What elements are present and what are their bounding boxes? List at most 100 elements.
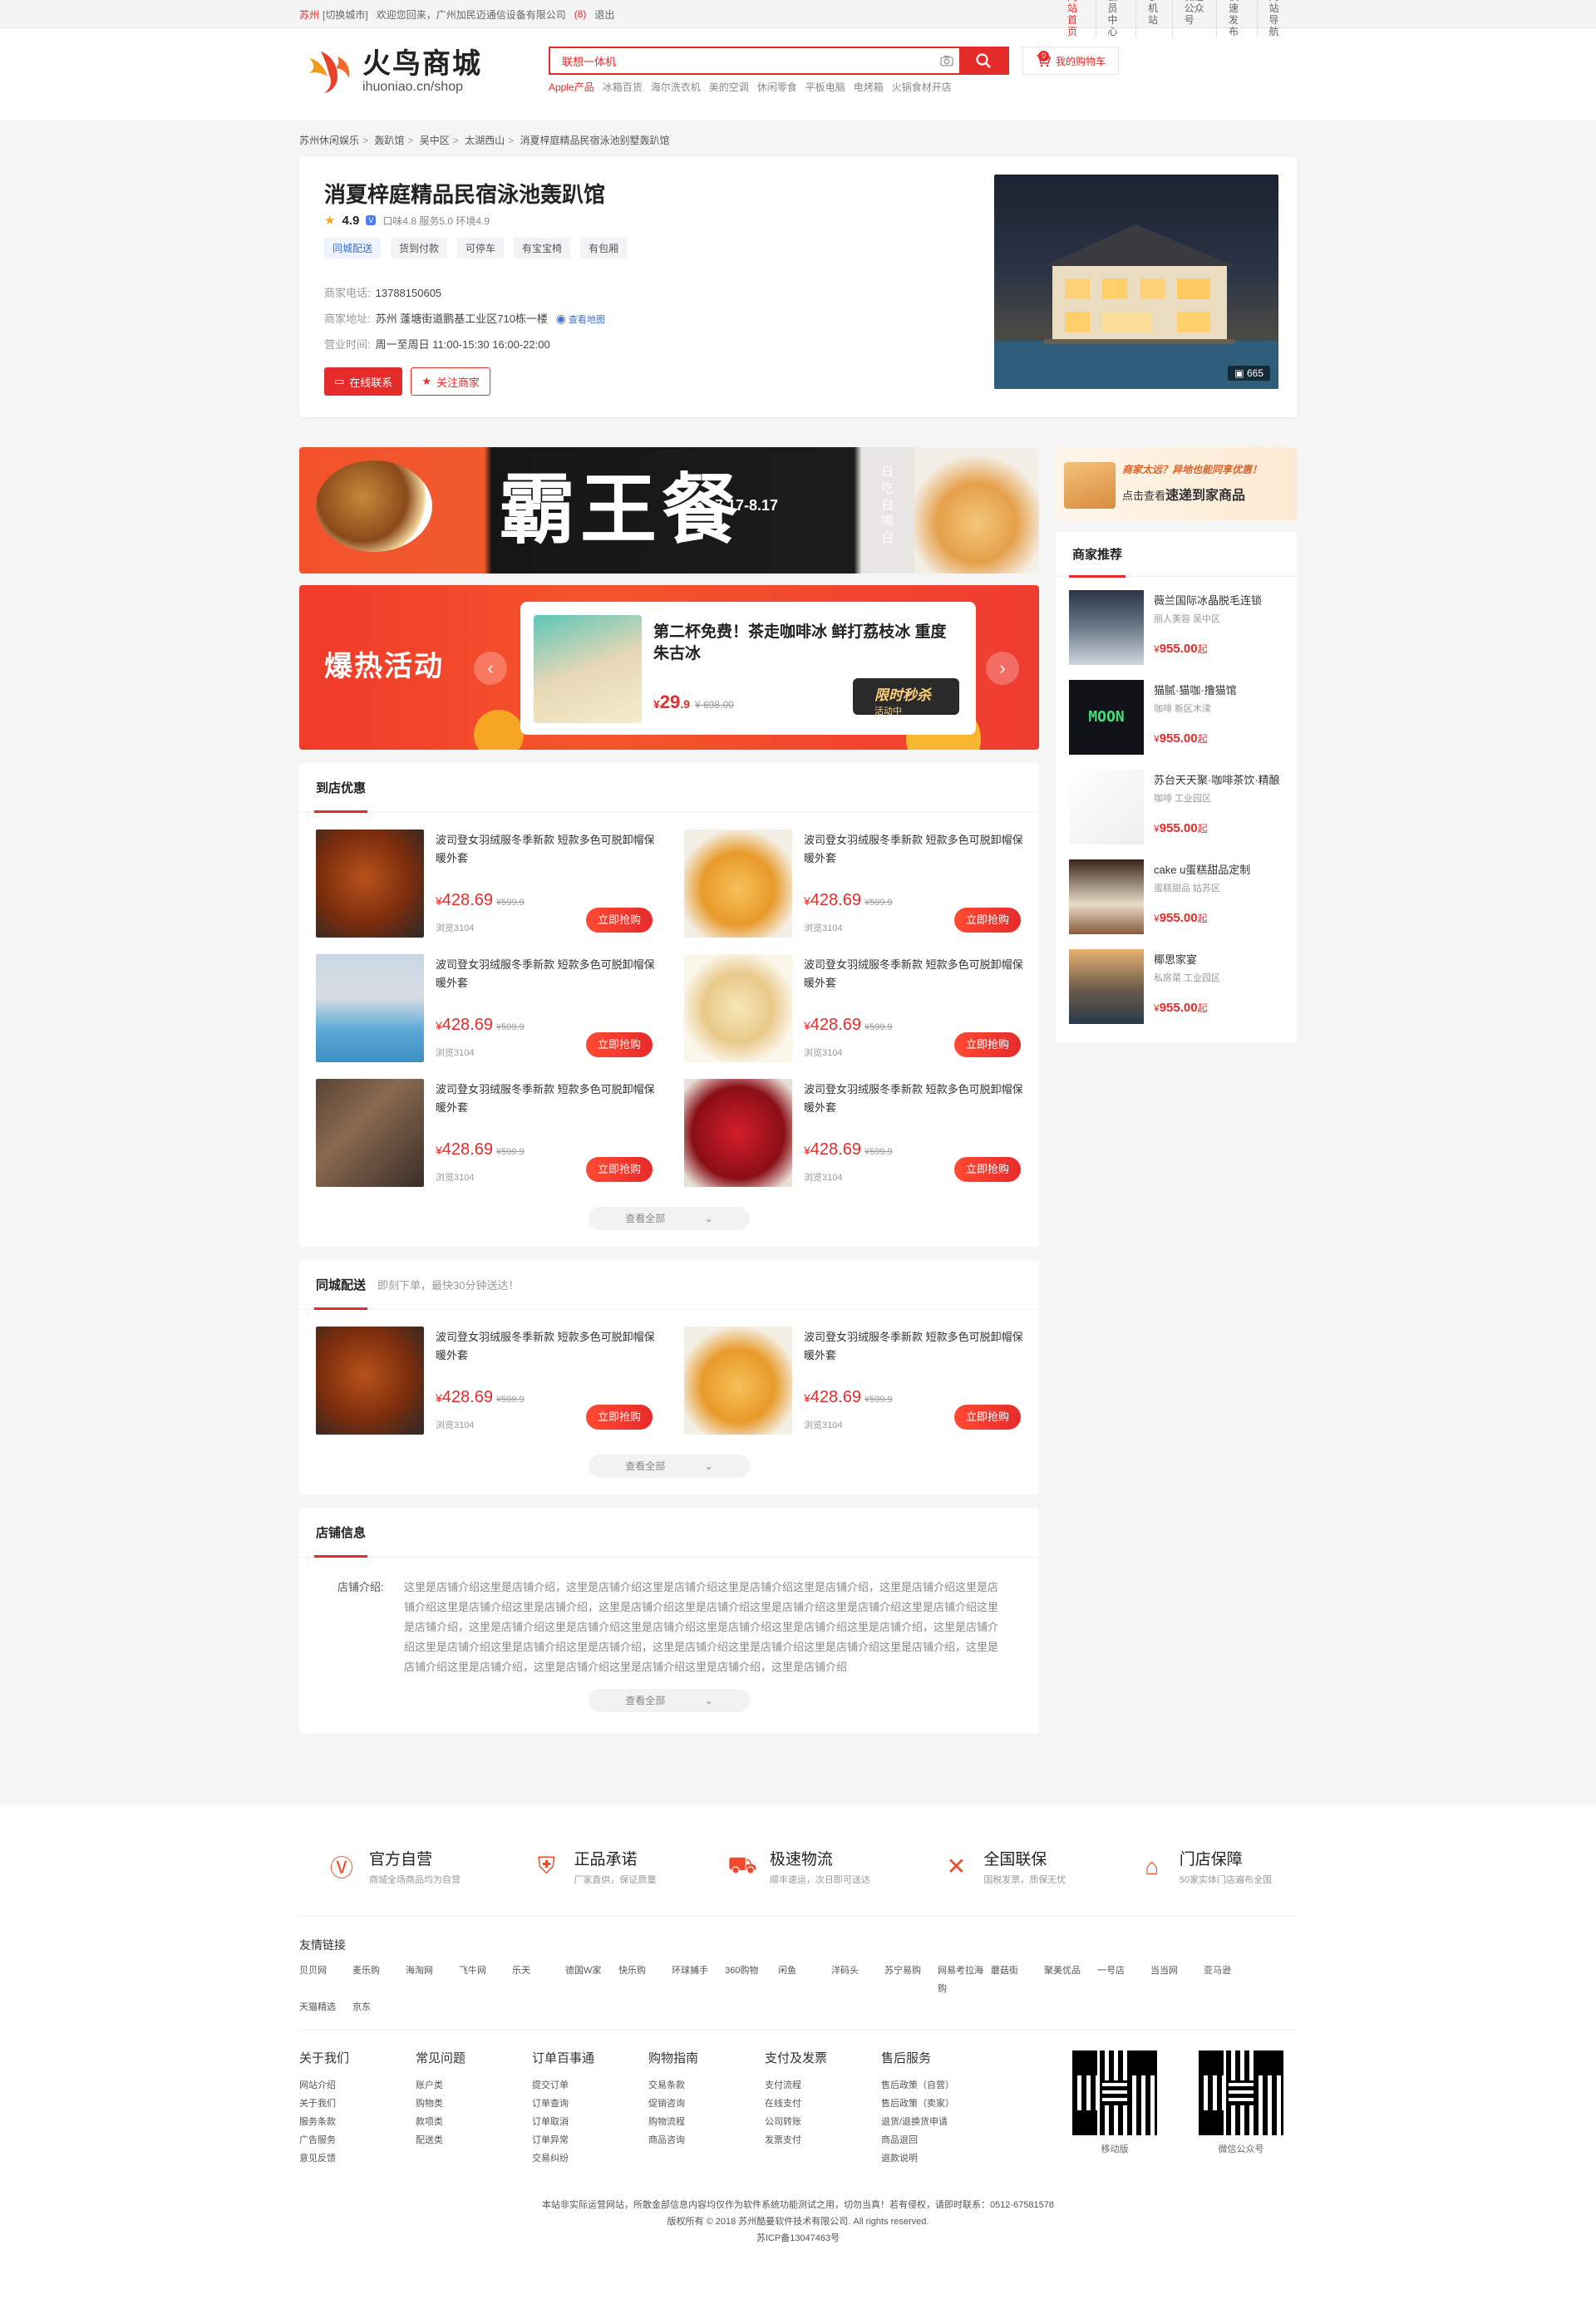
friend-link[interactable]: 德国W家 [565, 1962, 618, 1998]
cart-button[interactable]: 0 我的购物车 [1022, 47, 1119, 75]
product-name[interactable]: 波司登女羽绒服冬季新款 短款多色可脱卸帽保暖外套 [436, 831, 660, 868]
friend-link[interactable]: 乐天 [512, 1962, 565, 1998]
view-all-button[interactable]: 查看全部 ⌄ [589, 1689, 750, 1712]
camera-icon[interactable] [934, 48, 959, 73]
message-count[interactable]: (8) [574, 8, 587, 20]
product-image[interactable] [316, 1327, 424, 1435]
search-input[interactable] [550, 48, 934, 73]
friend-link[interactable]: 苏宁易购 [884, 1962, 938, 1998]
footer-link[interactable]: 关于我们 [299, 2095, 416, 2113]
product-name[interactable]: 波司登女羽绒服冬季新款 短款多色可脱卸帽保暖外套 [804, 831, 1028, 868]
breadcrumb-item[interactable]: 吴中区 [420, 135, 450, 146]
site-logo[interactable]: 火鸟商城 ihuoniao.cn/shop [304, 47, 482, 96]
hotword[interactable]: 美的空调 [709, 80, 749, 94]
friend-link[interactable]: 贝贝网 [299, 1962, 352, 1998]
product-image[interactable] [684, 954, 792, 1062]
product-item[interactable]: 波司登女羽绒服冬季新款 短款多色可脱卸帽保暖外套 ¥428.69 ¥599.9 浏览3… [684, 830, 1026, 938]
merchant-name[interactable]: 苏台天天聚·咖啡茶饮·精酿 [1154, 771, 1295, 787]
footer-link[interactable]: 购物流程 [648, 2113, 765, 2131]
friend-link[interactable]: 飞牛网 [459, 1962, 512, 1998]
recommend-item[interactable]: cake u蛋糕甜品定制 蛋糕甜品 姑苏区 ¥955.00起 [1069, 859, 1297, 936]
footer-link[interactable]: 售后政策（卖家） [881, 2095, 998, 2113]
contact-button[interactable]: ▭ 在线联系 [324, 367, 403, 396]
friend-link[interactable]: 蘑菇街 [991, 1962, 1044, 1998]
footer-link[interactable]: 账户类 [416, 2076, 532, 2095]
breadcrumb-item[interactable]: 太湖西山 [465, 135, 505, 146]
footer-link[interactable]: 款项类 [416, 2113, 532, 2131]
merchant-image[interactable] [1069, 949, 1144, 1024]
search-button[interactable] [959, 48, 1007, 73]
product-name[interactable]: 波司登女羽绒服冬季新款 短款多色可脱卸帽保暖外套 [804, 1081, 1028, 1117]
product-item[interactable]: 波司登女羽绒服冬季新款 短款多色可脱卸帽保暖外套 ¥428.69 ¥599.9 浏览3… [316, 830, 658, 938]
buy-now-button[interactable]: 立即抢购 [953, 1157, 1021, 1182]
recommend-item[interactable]: 椰思家宴 私房菜 工业园区 ¥955.00起 [1069, 949, 1297, 1026]
buy-now-button[interactable]: 立即抢购 [585, 1405, 653, 1430]
recommend-item[interactable]: MOON 猫腻·猫咖·撸猫馆 咖啡 新区木渎 ¥955.00起 [1069, 680, 1297, 756]
buy-now-button[interactable]: 立即抢购 [953, 1405, 1021, 1430]
product-name[interactable]: 波司登女羽绒服冬季新款 短款多色可脱卸帽保暖外套 [436, 1328, 660, 1365]
footer-link[interactable]: 商品咨询 [648, 2131, 765, 2149]
friend-link[interactable]: 闲鱼 [778, 1962, 831, 1998]
product-name[interactable]: 波司登女羽绒服冬季新款 短款多色可脱卸帽保暖外套 [436, 1081, 660, 1117]
switch-city-link[interactable]: [切换城市] [323, 7, 368, 22]
hotword[interactable]: 休闲零食 [757, 80, 797, 94]
footer-link[interactable]: 网站介绍 [299, 2076, 416, 2095]
breadcrumb-item[interactable]: 苏州休闲娱乐 [299, 135, 359, 146]
breadcrumb-item[interactable]: 轰趴馆 [374, 135, 404, 146]
follow-button[interactable]: ★ 关注商家 [411, 367, 490, 396]
merchant-name[interactable]: 猫腻·猫咖·撸猫馆 [1154, 682, 1295, 697]
footer-link[interactable]: 促销咨询 [648, 2095, 765, 2113]
deal-card[interactable]: 第二杯免费！茶走咖啡冰 鲜打荔枝冰 重度朱古冰 ¥29.9 ¥ 698.00 限时… [520, 602, 976, 735]
footer-link[interactable]: 商品退回 [881, 2131, 998, 2149]
footer-link[interactable]: 服务条款 [299, 2113, 416, 2131]
friend-link[interactable]: 一号店 [1097, 1962, 1150, 1998]
footer-link[interactable]: 广告服务 [299, 2131, 416, 2149]
friend-link[interactable]: 海淘网 [406, 1962, 459, 1998]
buy-now-button[interactable]: 立即抢购 [585, 1032, 653, 1057]
hotword[interactable]: 海尔洗衣机 [651, 80, 701, 94]
friend-link[interactable]: 网易考拉海购 [938, 1962, 991, 1998]
friend-link[interactable]: 京东 [352, 1998, 406, 2016]
product-image[interactable] [684, 1079, 792, 1187]
hotword[interactable]: 电烤箱 [854, 80, 884, 94]
buy-now-button[interactable]: 立即抢购 [585, 1157, 653, 1182]
buy-now-button[interactable]: 立即抢购 [953, 1032, 1021, 1057]
promo-banner-free-meal[interactable]: 霸王餐 7.17-8.17 白吃 白喝 白 [299, 447, 1039, 574]
merchant-name[interactable]: 椰思家宴 [1154, 951, 1295, 967]
merchant-name[interactable]: cake u蛋糕甜品定制 [1154, 861, 1295, 877]
product-item[interactable]: 波司登女羽绒服冬季新款 短款多色可脱卸帽保暖外套 ¥428.69 ¥599.9 浏览3… [684, 954, 1026, 1062]
buy-now-button[interactable]: 立即抢购 [953, 908, 1021, 933]
footer-link[interactable]: 意见反馈 [299, 2149, 416, 2168]
footer-link[interactable]: 在线支付 [765, 2095, 881, 2113]
shop-photo[interactable]: ▣ 665 [994, 175, 1278, 389]
product-item[interactable]: 波司登女羽绒服冬季新款 短款多色可脱卸帽保暖外套 ¥428.69 ¥599.9 浏览3… [316, 1079, 658, 1187]
carousel-prev-button[interactable]: ‹ [474, 652, 507, 685]
product-image[interactable] [316, 954, 424, 1062]
product-name[interactable]: 波司登女羽绒服冬季新款 短款多色可脱卸帽保暖外套 [804, 956, 1028, 992]
delivery-promo-banner[interactable]: 商家太远？异地也能同享优惠！ 点击查看速递到家商品 [1056, 447, 1297, 520]
product-item[interactable]: 波司登女羽绒服冬季新款 短款多色可脱卸帽保暖外套 ¥428.69 ¥599.9 浏览3… [684, 1327, 1026, 1435]
footer-link[interactable]: 交易纠纷 [532, 2149, 648, 2168]
product-item[interactable]: 波司登女羽绒服冬季新款 短款多色可脱卸帽保暖外套 ¥428.69 ¥599.9 浏览3… [316, 954, 658, 1062]
product-image[interactable] [684, 1327, 792, 1435]
carousel-next-button[interactable]: › [986, 652, 1019, 685]
friend-link[interactable]: 聚美优品 [1044, 1962, 1097, 1998]
view-map-link[interactable]: ◉ 查看地图 [556, 312, 605, 325]
product-image[interactable] [316, 830, 424, 938]
footer-link[interactable]: 支付流程 [765, 2076, 881, 2095]
hotword[interactable]: 火锅食材开店 [892, 80, 952, 94]
friend-link[interactable]: 快乐购 [618, 1962, 672, 1998]
product-item[interactable]: 波司登女羽绒服冬季新款 短款多色可脱卸帽保暖外套 ¥428.69 ¥599.9 浏览3… [684, 1079, 1026, 1187]
product-name[interactable]: 波司登女羽绒服冬季新款 短款多色可脱卸帽保暖外套 [436, 956, 660, 992]
current-city[interactable]: 苏州 [299, 7, 319, 22]
hotword[interactable]: 平板电脑 [805, 80, 845, 94]
friend-link[interactable]: 天猫精选 [299, 1998, 352, 2016]
hotword[interactable]: 冰箱百货 [603, 80, 643, 94]
recommend-item[interactable]: 薇兰国际冰晶脱毛连锁 丽人美容 吴中区 ¥955.00起 [1069, 590, 1297, 667]
footer-link[interactable]: 公司转账 [765, 2113, 881, 2131]
footer-link[interactable]: 订单取消 [532, 2113, 648, 2131]
merchant-image[interactable] [1069, 770, 1144, 844]
merchant-image[interactable] [1069, 590, 1144, 665]
product-image[interactable] [316, 1079, 424, 1187]
footer-link[interactable]: 订单查询 [532, 2095, 648, 2113]
